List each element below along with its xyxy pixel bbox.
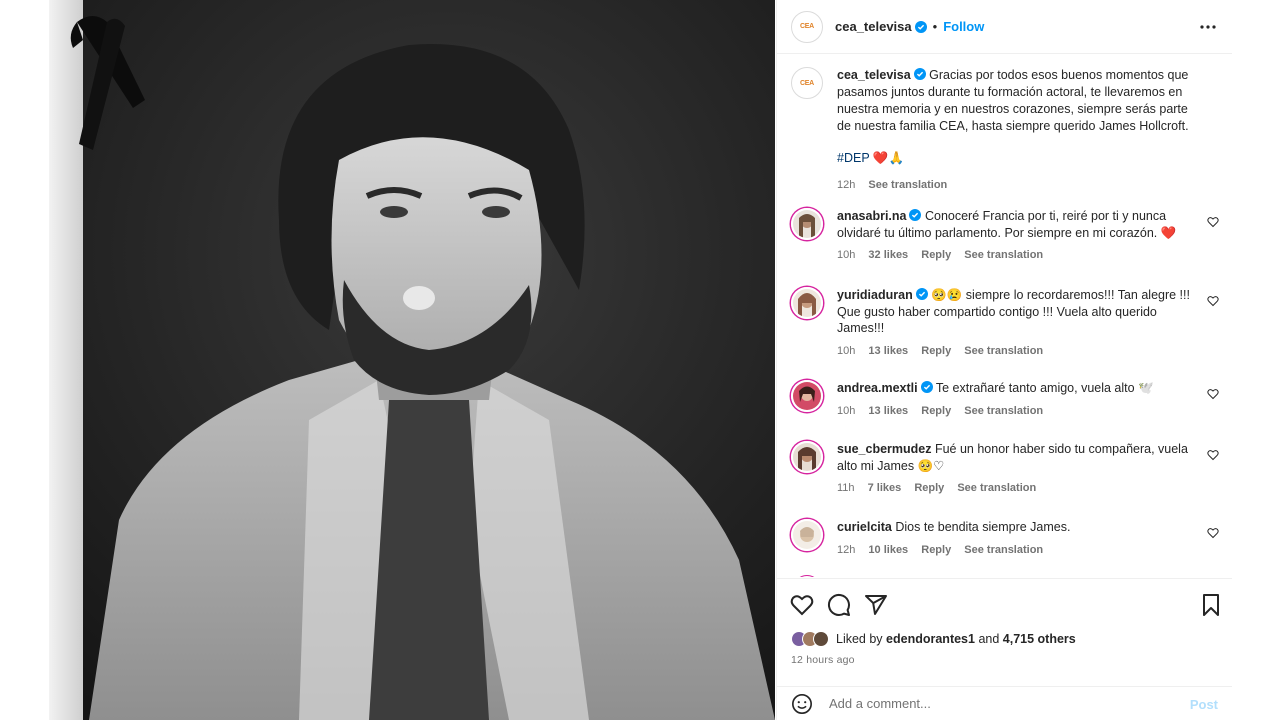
liked-by-prefix: Liked by	[836, 632, 883, 646]
post-header: CEA cea_televisa • Follow	[777, 0, 1232, 54]
more-icon[interactable]	[1198, 17, 1218, 37]
avatar-logo-text: CEA	[800, 79, 814, 87]
hashtag-link[interactable]: #DEP	[837, 151, 869, 165]
post-caption: CEA cea_televisa Gracias por todos esos …	[791, 67, 1211, 194]
comment-text: Te extrañaré tanto amigo, vuela alto 🕊️	[935, 381, 1154, 395]
avatar-logo-text: CEA	[800, 23, 814, 30]
liked-by-and: and	[978, 632, 1000, 646]
reply-button[interactable]: Reply	[921, 249, 951, 261]
comment-likes[interactable]: 13 likes	[868, 405, 908, 417]
comment-item: andrea.mextli Te extrañaré tanto amigo, …	[791, 380, 1221, 419]
verified-icon	[915, 288, 928, 300]
comment-likes[interactable]: 7 likes	[868, 482, 902, 494]
reply-button[interactable]: Reply	[921, 405, 951, 417]
liked-by-user[interactable]: edendorantes1	[886, 632, 975, 646]
post-image[interactable]	[49, 0, 775, 720]
verified-icon	[909, 209, 922, 221]
caption-time: 12h	[837, 179, 856, 191]
account-username[interactable]: cea_televisa	[835, 19, 912, 34]
post-timestamp[interactable]: 12 hours ago	[791, 654, 855, 666]
share-icon[interactable]	[864, 593, 888, 617]
commenter-avatar-partial	[793, 575, 821, 577]
post-photo-svg	[49, 0, 775, 720]
account-avatar[interactable]: CEA	[791, 10, 823, 43]
save-icon[interactable]	[1199, 593, 1223, 617]
comment-item: yuridiaduran 🥺😢 siempre lo recordaremos!…	[791, 287, 1221, 359]
caption-emojis: ❤️🙏	[872, 151, 905, 165]
commenter-username[interactable]: anasabri.na	[837, 209, 906, 223]
commenter-username[interactable]: sue_cbermudez	[837, 442, 931, 456]
liker-avatar	[813, 631, 829, 647]
comment-item: curielcita Dios te bendita siempre James…	[791, 519, 1221, 558]
comment-icon[interactable]	[827, 593, 851, 617]
reply-button[interactable]: Reply	[914, 482, 944, 494]
emoji-icon[interactable]	[791, 693, 813, 715]
reply-button[interactable]: Reply	[921, 345, 951, 357]
comment-text: Dios te bendita siempre James.	[895, 520, 1071, 534]
comment-time: 11h	[837, 482, 855, 494]
caption-avatar[interactable]: CEA	[791, 67, 823, 99]
post-sidebar: CEA cea_televisa • Follow CEA cea_televi…	[776, 0, 1232, 720]
verified-icon	[913, 68, 926, 80]
comment-time: 10h	[837, 249, 856, 261]
verified-icon	[920, 381, 933, 393]
comment-heart-icon[interactable]	[1207, 527, 1219, 539]
comment-heart-icon[interactable]	[1207, 388, 1219, 400]
caption-username[interactable]: cea_televisa	[837, 68, 911, 82]
liked-by-row: Liked by edendorantes1 and 4,715 others	[791, 631, 1076, 647]
see-translation-link[interactable]: See translation	[964, 249, 1043, 261]
comment-likes[interactable]: 32 likes	[868, 249, 908, 261]
post-button[interactable]: Post	[1190, 697, 1218, 712]
commenter-username[interactable]: andrea.mextli	[837, 381, 918, 395]
see-translation-link[interactable]: See translation	[964, 544, 1043, 556]
comment-heart-icon[interactable]	[1207, 216, 1219, 228]
follow-button[interactable]: Follow	[943, 19, 984, 34]
comment-heart-icon[interactable]	[1207, 295, 1219, 307]
comment-input[interactable]	[829, 696, 1169, 711]
commenter-username[interactable]: curielcita	[837, 520, 892, 534]
commenter-avatar[interactable]	[791, 441, 823, 473]
comment-time: 10h	[837, 404, 856, 417]
verified-icon	[914, 20, 927, 33]
see-translation-link[interactable]: See translation	[957, 482, 1036, 494]
separator-dot: •	[932, 19, 938, 34]
comment-time: 10h	[837, 344, 856, 357]
post-actions: Liked by edendorantes1 and 4,715 others …	[777, 578, 1232, 686]
comment-likes[interactable]: 10 likes	[868, 544, 908, 556]
commenter-avatar[interactable]	[791, 287, 823, 319]
commenter-avatar[interactable]	[791, 208, 823, 240]
commenter-avatar[interactable]	[791, 519, 823, 551]
comment-item: sue_cbermudez Fué un honor haber sido tu…	[791, 441, 1221, 497]
comment-item: anasabri.na Conoceré Francia por ti, rei…	[791, 208, 1221, 264]
reply-button[interactable]: Reply	[921, 544, 951, 556]
comment-likes[interactable]: 13 likes	[868, 345, 908, 357]
comments-list[interactable]: CEA cea_televisa Gracias por todos esos …	[777, 55, 1232, 577]
commenter-avatar[interactable]	[791, 380, 823, 412]
liked-by-others[interactable]: 4,715 others	[1003, 632, 1076, 646]
see-translation-link[interactable]: See translation	[964, 345, 1043, 357]
comment-heart-icon[interactable]	[1207, 449, 1219, 461]
add-comment-bar: Post	[777, 686, 1232, 720]
heart-icon[interactable]	[790, 593, 814, 617]
see-translation-link[interactable]: See translation	[868, 179, 947, 191]
comment-time: 12h	[837, 543, 856, 556]
see-translation-link[interactable]: See translation	[964, 405, 1043, 417]
commenter-username[interactable]: yuridiaduran	[837, 288, 913, 302]
